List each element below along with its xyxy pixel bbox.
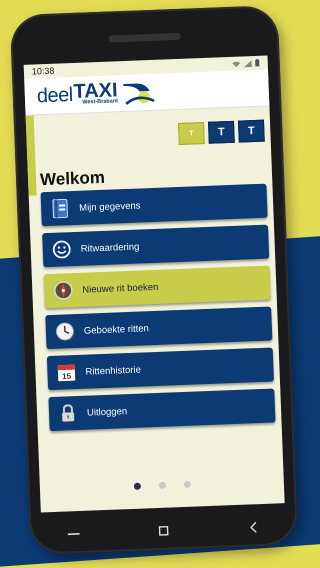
status-time: 10:38 [31,65,55,77]
menu-item-label: Ritwaardering [80,241,140,255]
menu-item-ritwaardering[interactable]: Ritwaardering [42,224,270,268]
phone-screen: 10:38 deel TAXI West-Brabant T T T Welko… [23,55,285,513]
logo-region-text: West-Brabant [82,98,119,106]
phone-device: 10:38 deel TAXI West-Brabant T T T Welko… [9,5,299,555]
logo-deel-text: deel [36,83,74,107]
page-dot[interactable] [133,482,141,490]
accent-strip [25,115,37,196]
nav-back-button[interactable] [233,516,274,540]
text-size-switcher: T T T [177,119,265,145]
page-title: Welkom [39,167,106,190]
logo-taxi-text: TAXI [73,79,119,103]
wifi-icon [232,61,241,67]
app-header: deel TAXI West-Brabant [24,69,270,116]
logo-mark-icon [123,83,155,105]
menu-item-label: Mijn gegevens [78,199,141,214]
back-chevron-icon [250,521,257,533]
menu-item-nieuwe-rit-boeken[interactable]: Nieuwe rit boeken [43,265,271,309]
menu-item-geboekte-ritten[interactable]: Geboekte ritten [45,306,273,350]
text-size-medium-button[interactable]: T [207,120,235,144]
page-dot[interactable] [183,480,191,489]
logo-taxi-block: TAXI West-Brabant [73,79,119,106]
menu-item-label: Geboekte ritten [83,322,150,337]
menu-item-uitloggen[interactable]: Uitloggen [48,388,276,432]
battery-icon [255,58,260,67]
lock-icon [57,402,80,425]
text-size-small-button[interactable]: T [177,121,205,145]
menu-item-label: Nieuwe rit boeken [82,281,159,296]
compass-icon [52,279,75,302]
calendar-day-text: 15 [62,372,72,381]
home-square-icon [158,525,169,536]
nav-home-button[interactable] [143,519,184,543]
text-size-large-button[interactable]: T [237,119,265,143]
menu-item-label: Rittenhistorie [85,364,142,378]
clock-icon [53,320,76,343]
page-indicator [40,477,284,493]
signal-icon [243,59,252,67]
status-icons [232,58,260,68]
menu-item-mijn-gegevens[interactable]: Mijn gegevens [40,183,268,227]
main-menu: Mijn gegevens Ritwaardering Nieuwe rit b… [40,183,276,438]
menu-item-rittenhistorie[interactable]: 15 Rittenhistorie [46,347,274,391]
nav-recent-apps-button[interactable] [53,523,94,547]
recent-apps-icon [67,533,80,536]
menu-item-label: Uitloggen [86,405,128,419]
calendar-icon: 15 [55,361,78,384]
address-book-icon [49,197,72,220]
page-dot[interactable] [158,481,166,489]
smiley-icon [50,238,73,261]
